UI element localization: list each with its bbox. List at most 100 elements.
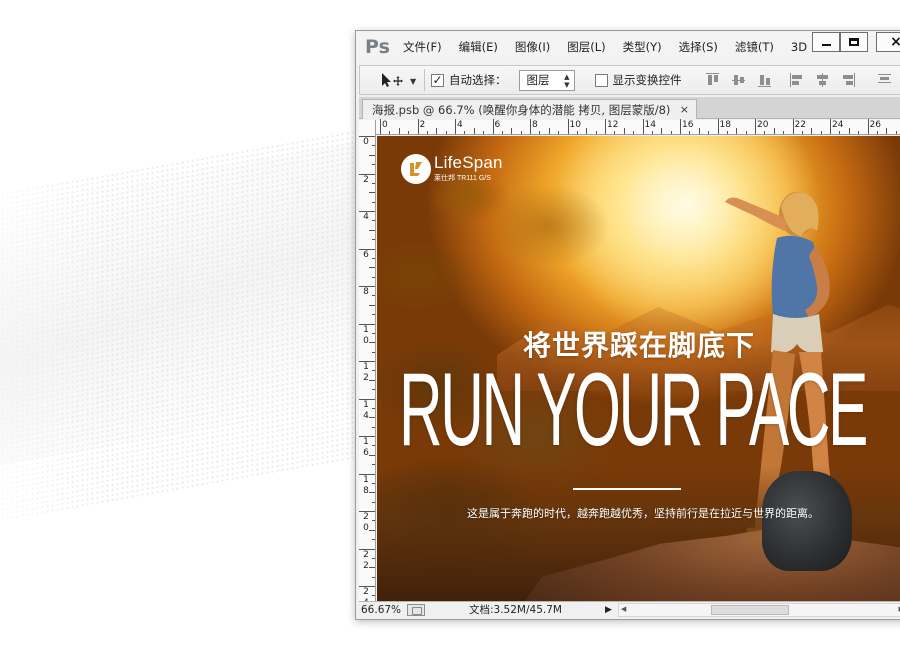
ruler-origin-corner[interactable]	[359, 120, 376, 135]
document-canvas[interactable]: LifeSpan 莱仕邦 TR111 G/S 将世界踩在脚底下 RUN YOUR…	[377, 136, 900, 601]
ruler-h-minor-tick	[558, 131, 560, 134]
ruler-h-major-tick	[755, 119, 756, 134]
auto-select-checkbox[interactable]: ✓	[431, 73, 444, 87]
ruler-v-minor-tick	[372, 332, 375, 334]
move-tool-button[interactable]: ▼	[378, 69, 418, 91]
checkmark-icon: ✓	[432, 73, 443, 87]
ruler-h-label: 26	[869, 120, 881, 130]
scroll-thumb[interactable]	[710, 604, 789, 615]
ruler-v-minor-tick	[372, 220, 375, 222]
ruler-v-minor-tick	[372, 164, 375, 166]
ruler-v-minor-tick	[372, 557, 375, 559]
ruler-h-minor-tick	[389, 131, 391, 134]
auto-select-target-dropdown[interactable]: 图层 ▲ ▼	[518, 69, 575, 91]
ruler-h-minor-tick	[473, 128, 475, 134]
ruler-v-minor-tick	[372, 482, 375, 484]
horizontal-ruler[interactable]: 0 2 4 6 8 10 12 14 16 18 20 22 24 26	[359, 119, 900, 135]
ruler-v-minor-tick	[372, 501, 375, 503]
show-transform-checkbox[interactable]	[594, 73, 608, 87]
ruler-v-minor-tick	[369, 529, 375, 531]
ruler-h-label: 12	[607, 120, 619, 130]
vertical-ruler[interactable]: 024681012141618202224	[359, 135, 376, 601]
ruler-v-minor-tick	[372, 576, 375, 578]
ruler-h-major-tick	[492, 119, 494, 134]
show-transform-label: 显示变换控件	[612, 73, 682, 87]
ruler-h-label: 8	[532, 120, 538, 130]
ruler-v-minor-tick	[372, 389, 375, 391]
ruler-h-minor-tick	[464, 131, 466, 134]
ruler-v-minor-tick	[369, 154, 375, 156]
menu-type[interactable]: 类型(Y)	[623, 39, 662, 55]
ruler-h-minor-tick	[576, 131, 578, 134]
ruler-h-label: 16	[682, 120, 694, 130]
menu-edit[interactable]: 编辑(E)	[459, 39, 498, 55]
ruler-v-label: 8	[363, 287, 369, 297]
backpack	[762, 471, 852, 571]
auto-select-label: 自动选择：	[449, 73, 507, 87]
menu-image[interactable]: 图像(I)	[515, 39, 550, 55]
ruler-h-major-tick	[792, 119, 794, 134]
ruler-v-minor-tick	[372, 314, 375, 316]
ruler-h-minor-tick	[858, 131, 860, 134]
ruler-h-label: 4	[457, 120, 463, 130]
ruler-v-minor-tick	[369, 417, 375, 419]
ruler-h-minor-tick	[501, 131, 503, 134]
ruler-h-minor-tick	[839, 131, 841, 134]
maximize-icon	[849, 38, 859, 46]
close-icon: ×	[890, 35, 900, 49]
ruler-v-minor-tick	[369, 304, 375, 306]
zoom-level[interactable]: 66.67%	[361, 604, 407, 616]
align-horizontal-centers-icon[interactable]	[816, 73, 829, 87]
ruler-h-minor-tick	[408, 131, 410, 134]
status-bar: 66.67% 文档:3.52M/45.7M ▶ ◀ ▶	[359, 601, 900, 617]
ruler-h-minor-tick	[848, 128, 850, 134]
ruler-h-minor-tick	[708, 131, 710, 134]
ruler-h-minor-tick	[670, 131, 672, 134]
ruler-h-minor-tick	[726, 131, 728, 134]
ruler-h-major-tick	[867, 119, 869, 134]
ruler-h-minor-tick	[436, 128, 438, 134]
menu-filter[interactable]: 滤镜(T)	[735, 39, 774, 55]
distribute-top-edges-icon[interactable]	[877, 73, 891, 87]
align-bottom-edges-icon[interactable]	[757, 73, 771, 87]
document-tab[interactable]: 海报.psb @ 66.7% (唤醒你身体的潜能 拷贝, 图层蒙版/8) ×	[362, 99, 697, 119]
ruler-h-minor-tick	[651, 131, 653, 134]
ruler-h-minor-tick	[811, 128, 813, 134]
ruler-v-minor-tick	[372, 239, 375, 241]
tool-preset-caret-icon[interactable]: ▼	[410, 77, 416, 86]
logo-subtitle: 莱仕邦 TR111 G/S	[434, 175, 491, 182]
status-menu-arrow-icon[interactable]: ▶	[605, 605, 612, 615]
ruler-v-minor-tick	[372, 595, 375, 597]
align-right-edges-icon[interactable]	[842, 73, 855, 87]
ruler-h-major-tick	[380, 119, 381, 134]
ruler-h-minor-tick	[520, 131, 522, 134]
menu-layer[interactable]: 图层(L)	[567, 39, 605, 55]
align-vertical-centers-icon[interactable]	[731, 73, 745, 87]
ps-logo: Ps	[365, 36, 390, 58]
ruler-h-minor-tick	[586, 128, 588, 134]
ruler-v-minor-tick	[369, 267, 375, 269]
align-top-edges-icon[interactable]	[705, 73, 719, 87]
close-button[interactable]: ×	[876, 32, 900, 52]
ruler-v-minor-tick	[372, 370, 375, 372]
proof-preview-icon[interactable]	[407, 603, 425, 616]
ruler-h-label: 0	[382, 120, 388, 130]
ruler-v-minor-tick	[369, 492, 375, 494]
menu-3d[interactable]: 3D	[791, 40, 807, 54]
ruler-v-minor-tick	[369, 229, 375, 231]
align-icons-group	[705, 73, 900, 87]
menu-select[interactable]: 选择(S)	[679, 39, 718, 55]
menu-file[interactable]: 文件(F)	[403, 39, 442, 55]
minimize-button[interactable]	[812, 32, 840, 52]
scroll-left-icon[interactable]: ◀	[621, 605, 626, 613]
ruler-v-label: 24	[363, 587, 369, 601]
align-left-edges-icon[interactable]	[789, 73, 803, 87]
ruler-h-label: 22	[794, 120, 806, 130]
tagline: 这是属于奔跑的时代，越奔跑越优秀，坚持前行是在拉近与世界的距离。	[467, 507, 819, 520]
ruler-h-minor-tick	[783, 131, 785, 134]
ruler-h-major-tick	[717, 119, 719, 134]
maximize-button[interactable]	[840, 32, 868, 52]
close-document-icon[interactable]: ×	[680, 103, 689, 116]
horizontal-scrollbar[interactable]: ◀ ▶	[617, 602, 900, 617]
ruler-v-minor-tick	[372, 407, 375, 409]
